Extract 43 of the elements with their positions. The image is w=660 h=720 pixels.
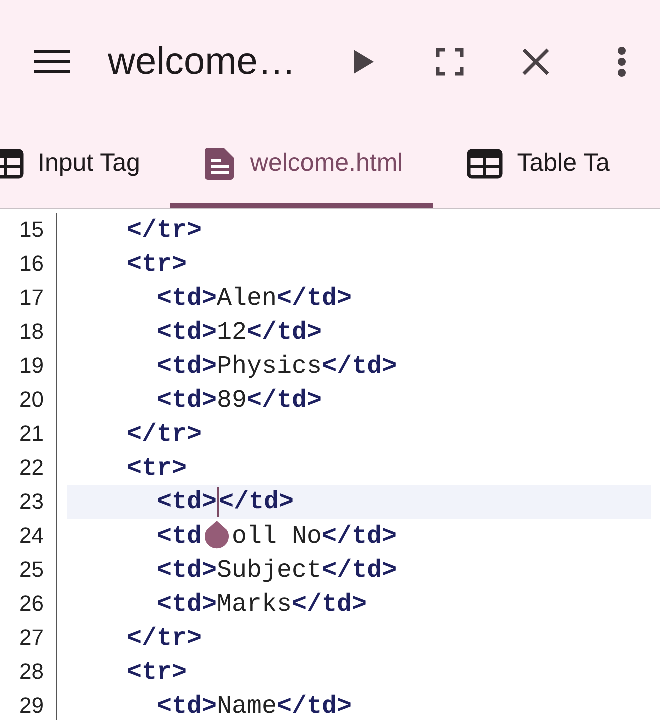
line-number: 18 [0, 315, 57, 349]
code-line: <td>Alen</td> [156, 284, 352, 312]
line-number: 17 [0, 281, 57, 315]
line-number: 27 [0, 621, 57, 655]
file-tab[interactable]: Table Ta [433, 124, 640, 208]
close-icon [522, 48, 550, 76]
code-line: </tr> [126, 624, 202, 652]
line-number: 28 [0, 655, 57, 689]
line-number: 25 [0, 553, 57, 587]
line-number: 29 [0, 689, 57, 720]
fullscreen-icon [436, 48, 464, 76]
code-line: <tr> [126, 454, 188, 482]
line-number: 21 [0, 417, 57, 451]
code-line: <td>Marks</td> [156, 590, 368, 618]
line-number: 23 [0, 485, 57, 519]
line-number: 19 [0, 349, 57, 383]
code-line: </tr> [126, 216, 202, 244]
code-line: <td></td> [156, 487, 294, 517]
line-number: 16 [0, 247, 57, 281]
more-icon [617, 47, 627, 77]
code-line: <td>89</td> [156, 386, 322, 414]
file-tab[interactable]: welcome.html [170, 124, 434, 208]
code-line: <td>12</td> [156, 318, 322, 346]
code-line: <tr> [126, 250, 188, 278]
file-title: welcome… [108, 40, 297, 84]
play-icon [352, 48, 376, 76]
line-number: 20 [0, 383, 57, 417]
code-line: <td [156, 522, 202, 550]
text-cursor[interactable] [217, 487, 220, 517]
file-tab[interactable]: Input Tag [0, 124, 170, 208]
code-line: <td>Subject</td> [156, 556, 398, 584]
code-line: oll No</td> [232, 522, 398, 550]
code-line: </tr> [126, 420, 202, 448]
code-line: <td>Name</td> [156, 692, 352, 720]
table-icon [467, 148, 504, 178]
code-line: <td>Physics</td> [156, 352, 398, 380]
menu-icon [34, 49, 70, 75]
document-icon [204, 146, 236, 180]
line-number: 15 [0, 213, 57, 247]
code-line: <tr> [126, 658, 188, 686]
line-number: 26 [0, 587, 57, 621]
line-number: 22 [0, 451, 57, 485]
line-number: 24 [0, 519, 57, 553]
